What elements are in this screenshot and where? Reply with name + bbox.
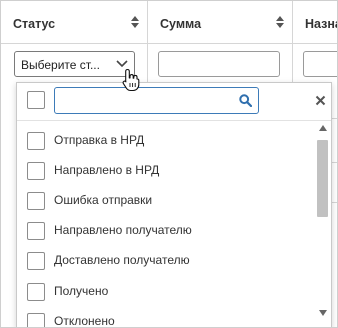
dropdown-options-list: Отправка в НРД Направлено в НРД Ошибка о… <box>17 121 315 327</box>
table-frame: Статус Сумма Назнач Выберите ст... <box>0 0 338 328</box>
sort-icon[interactable] <box>275 15 285 29</box>
sum-filter-input[interactable] <box>158 51 280 77</box>
table-header: Статус Сумма Назнач <box>1 1 337 44</box>
search-icon <box>239 94 252 107</box>
dropdown-option[interactable]: Ошибка отправки <box>17 185 315 215</box>
option-checkbox[interactable] <box>27 283 45 301</box>
chevron-down-icon <box>116 60 128 68</box>
status-dropdown: Отправка в НРД Направлено в НРД Ошибка о… <box>16 82 332 327</box>
option-checkbox[interactable] <box>27 192 45 210</box>
option-label: Направлено в НРД <box>54 163 160 177</box>
option-checkbox[interactable] <box>27 313 45 327</box>
option-checkbox[interactable] <box>27 222 45 240</box>
column-header-label: Назнач <box>305 17 337 31</box>
option-label: Доставлено получателю <box>54 253 190 267</box>
column-header-label: Статус <box>13 17 56 31</box>
option-label: Ошибка отправки <box>54 193 153 207</box>
dropdown-option[interactable]: Доставлено получателю <box>17 245 315 275</box>
option-checkbox[interactable] <box>27 162 45 180</box>
scroll-up-arrow-icon[interactable] <box>319 125 327 131</box>
scroll-down-arrow-icon[interactable] <box>319 310 327 316</box>
dropdown-header <box>17 83 331 121</box>
option-label: Отклонено <box>54 314 115 327</box>
scrollbar-thumb[interactable] <box>317 140 328 217</box>
dropdown-option[interactable]: Направлено получателю <box>17 215 315 245</box>
option-checkbox[interactable] <box>27 252 45 270</box>
status-filter-select[interactable]: Выберите ст... <box>14 51 135 77</box>
filter-cell-sum <box>148 44 293 86</box>
hand-pointer-cursor-icon <box>122 68 140 92</box>
filter-cell-purpose <box>293 44 337 86</box>
close-icon[interactable] <box>315 95 326 106</box>
status-filter-value: Выберите ст... <box>21 58 100 72</box>
dropdown-option[interactable]: Получено <box>17 276 315 306</box>
dropdown-scrollbar[interactable] <box>315 121 331 327</box>
dropdown-option[interactable]: Отправка в НРД <box>17 125 315 155</box>
dropdown-option[interactable]: Отклонено <box>17 306 315 327</box>
column-header-status[interactable]: Статус <box>1 1 148 43</box>
purpose-filter-input[interactable] <box>303 51 337 77</box>
select-all-checkbox[interactable] <box>27 91 45 109</box>
column-header-purpose[interactable]: Назнач <box>293 1 337 43</box>
column-header-label: Сумма <box>160 17 202 31</box>
filter-row: Выберите ст... <box>1 44 337 86</box>
option-label: Направлено получателю <box>54 223 192 237</box>
option-checkbox[interactable] <box>27 132 45 150</box>
option-label: Получено <box>54 284 109 298</box>
dropdown-option[interactable]: Направлено в НРД <box>17 155 315 185</box>
column-header-sum[interactable]: Сумма <box>148 1 293 43</box>
option-label: Отправка в НРД <box>54 133 145 147</box>
sort-icon[interactable] <box>130 15 140 29</box>
dropdown-search-input[interactable] <box>54 87 259 114</box>
